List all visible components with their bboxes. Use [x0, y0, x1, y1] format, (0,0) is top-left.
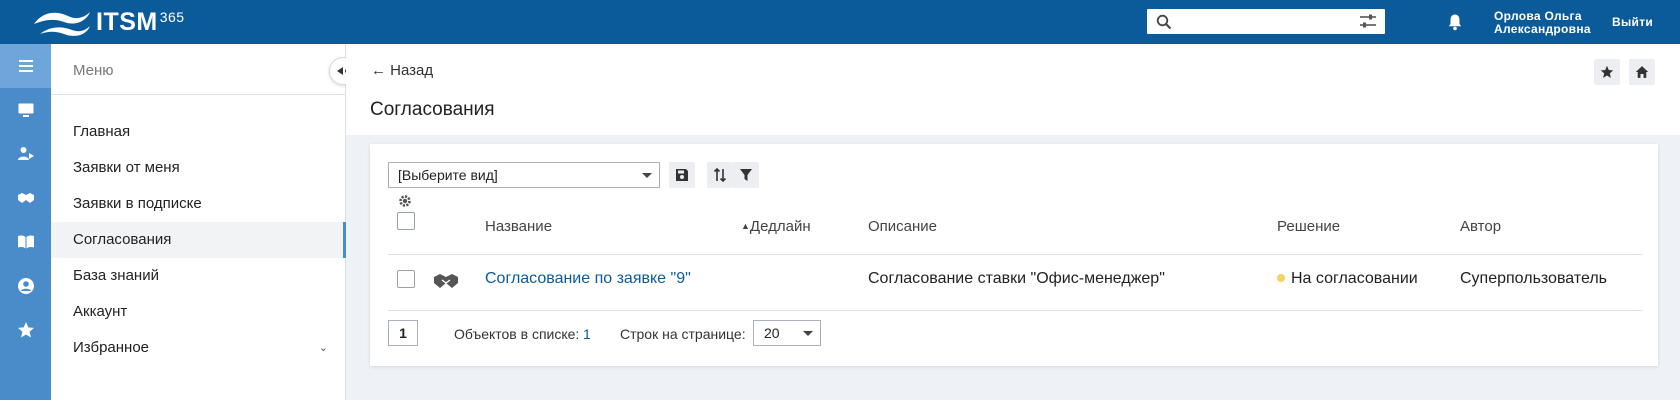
row-description: Согласование ставки "Офис-менеджер" [868, 270, 1165, 287]
rail-account-button[interactable] [0, 264, 51, 308]
status-dot [1277, 274, 1285, 282]
sort-button[interactable] [707, 162, 733, 188]
row-checkbox[interactable] [397, 270, 415, 288]
side-menu: Меню Главная Заявки от меня Заявки в под… [51, 44, 346, 400]
favorite-button[interactable] [1594, 59, 1620, 85]
menu-icon [18, 60, 33, 72]
menu-item-approvals[interactable]: Согласования [51, 222, 346, 258]
filter-sliders-icon[interactable] [1359, 13, 1377, 29]
icon-rail [0, 44, 51, 400]
home-icon [1635, 66, 1649, 78]
top-bar: ITSM 365 Орлова Ольга Александровна Выйти [0, 0, 1680, 44]
menu-item-knowledge-base[interactable]: База знаний [51, 258, 346, 294]
caret-down-icon [803, 331, 813, 336]
row-decision: На согласовании [1277, 270, 1418, 288]
objects-count-label: Объектов в списке: [454, 326, 580, 342]
select-all-checkbox[interactable] [397, 212, 415, 230]
account-circle-icon [17, 278, 34, 294]
logout-button[interactable]: Выйти [1612, 15, 1653, 29]
rows-per-page-label: Строк на странице: [620, 326, 746, 342]
rail-home-button[interactable] [0, 88, 51, 132]
logo-swirl-icon [34, 12, 90, 36]
column-header-description[interactable]: Описание [868, 218, 937, 235]
save-view-button[interactable] [669, 162, 695, 188]
row-author: Суперпользователь [1460, 270, 1608, 287]
page-number-button[interactable]: 1 [388, 320, 418, 346]
page-title: Согласования [370, 99, 495, 120]
book-icon [17, 235, 34, 249]
rail-knowledge-base-button[interactable] [0, 220, 51, 264]
sort-icon [713, 168, 727, 182]
column-settings-gear-icon[interactable] [398, 194, 412, 208]
menu-item-my-requests[interactable]: Заявки от меня [51, 150, 346, 186]
star-icon [17, 322, 34, 338]
filter-button[interactable] [733, 162, 759, 188]
search-icon[interactable] [1156, 14, 1172, 30]
rail-favorites-button[interactable] [0, 308, 51, 352]
column-header-deadline[interactable]: ▲︎Дедлайн [741, 218, 811, 235]
rows-per-page-select[interactable]: 20 [753, 320, 821, 346]
column-header-decision[interactable]: Решение [1277, 218, 1340, 235]
user-arrow-icon [17, 147, 34, 160]
menu-item-favorites-label: Избранное [73, 339, 150, 356]
rail-approvals-button[interactable] [0, 176, 51, 220]
row-name-link[interactable]: Согласование по заявке "9" [485, 270, 691, 288]
menu-divider [51, 94, 346, 95]
chevron-down-icon: ⌄ [318, 342, 328, 354]
logo[interactable]: ITSM 365 [30, 4, 185, 40]
caret-down-icon [642, 173, 652, 178]
bell-icon[interactable] [1447, 13, 1463, 31]
handshake-icon [434, 274, 458, 288]
rail-my-requests-button[interactable] [0, 132, 51, 176]
objects-count-value: 1 [583, 326, 591, 342]
rail-menu-button[interactable] [0, 44, 51, 88]
star-icon [1600, 65, 1614, 78]
table-header-divider [388, 254, 1642, 255]
monitor-icon [18, 103, 33, 117]
column-header-author[interactable]: Автор [1460, 218, 1501, 235]
handshake-icon [17, 193, 34, 203]
menu-item-favorites[interactable]: Избранное ⌄ [51, 330, 346, 366]
table-bottom-divider [388, 310, 1642, 311]
sort-arrows-icon: ▲︎ [741, 221, 750, 231]
user-name[interactable]: Орлова Ольга Александровна [1494, 10, 1591, 36]
menu-item-subscribed-requests[interactable]: Заявки в подписке [51, 186, 346, 222]
approvals-list-card: [Выберите вид] Название ▲︎Дедлайн Описан… [370, 144, 1658, 366]
menu-title: Меню [73, 62, 114, 79]
column-header-name[interactable]: Название [485, 218, 552, 235]
menu-item-home[interactable]: Главная [51, 114, 346, 150]
filter-icon [740, 169, 752, 181]
search-input[interactable] [1179, 12, 1349, 31]
menu-item-account[interactable]: Аккаунт [51, 294, 346, 330]
logo-text: ITSM 365 [96, 7, 185, 36]
page-header: ← Назад Согласования [346, 44, 1680, 135]
save-icon [676, 169, 688, 181]
view-select[interactable]: [Выберите вид] [388, 162, 660, 188]
home-button[interactable] [1629, 59, 1655, 85]
back-link[interactable]: ← Назад [371, 62, 433, 79]
search-box [1147, 9, 1385, 34]
